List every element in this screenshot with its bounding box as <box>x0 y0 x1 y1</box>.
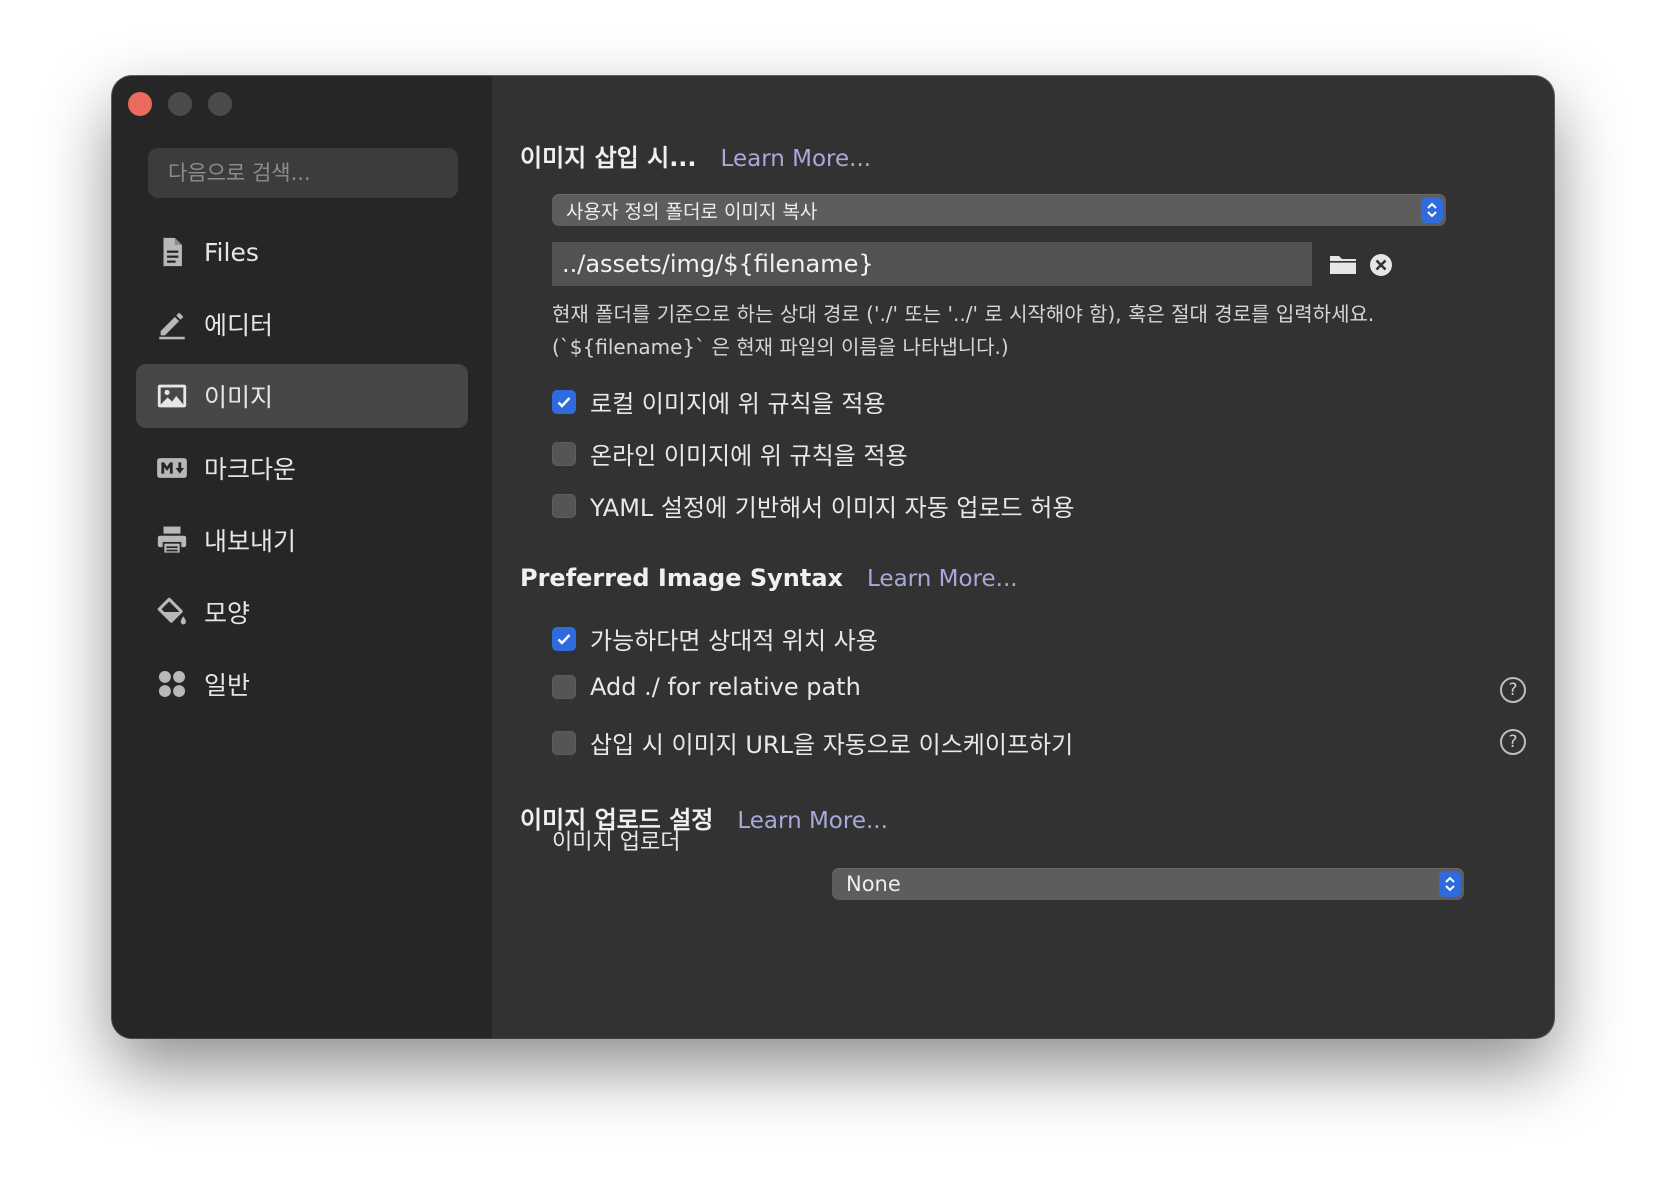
sidebar-item-image[interactable]: 이미지 <box>136 364 468 428</box>
option-label: 가능하다면 상대적 위치 사용 <box>590 627 878 655</box>
paint-bucket-icon <box>154 594 190 630</box>
uploader-value: None <box>846 872 901 896</box>
insert-section-title: 이미지 삽입 시... <box>520 144 697 172</box>
checkbox-unchecked[interactable] <box>552 441 576 466</box>
settings-panel: 이미지 삽입 시... Learn More... 사용자 정의 폴더로 이미지… <box>492 76 1554 1038</box>
option-label: Add ./ for relative path <box>590 673 861 701</box>
option-yaml-auto-upload[interactable]: YAML 설정에 기반해서 이미지 자동 업로드 허용 <box>552 488 1074 523</box>
preferences-window: Files 에디터 이미지 마크다운 <box>112 76 1554 1038</box>
uploader-label: 이미지 업로더 <box>552 830 681 855</box>
sidebar-item-markdown[interactable]: 마크다운 <box>136 436 468 500</box>
option-label: 온라인 이미지에 위 규칙을 적용 <box>590 442 908 470</box>
minimize-button[interactable] <box>168 92 192 116</box>
image-icon <box>154 378 190 414</box>
grid-icon <box>154 666 190 702</box>
insert-action-value: 사용자 정의 폴더로 이미지 복사 <box>566 200 818 223</box>
option-label: 삽입 시 이미지 URL을 자동으로 이스케이프하기 <box>590 731 1074 759</box>
sidebar-item-label: 모양 <box>204 599 251 628</box>
sidebar: Files 에디터 이미지 마크다운 <box>112 76 492 1038</box>
printer-icon <box>154 522 190 558</box>
insert-section-header: 이미지 삽입 시... Learn More... <box>520 138 871 173</box>
checkbox-checked[interactable] <box>552 626 576 651</box>
sidebar-item-appearance[interactable]: 모양 <box>136 580 468 644</box>
document-icon <box>154 234 190 270</box>
folder-icon[interactable] <box>1328 250 1358 278</box>
help-icon[interactable]: ? <box>1500 729 1526 755</box>
option-label: YAML 설정에 기반해서 이미지 자동 업로드 허용 <box>590 494 1075 522</box>
option-local-images[interactable]: 로컬 이미지에 위 규칙을 적용 <box>552 384 885 419</box>
option-escape-url[interactable]: 삽입 시 이미지 URL을 자동으로 이스케이프하기 <box>552 725 1073 760</box>
syntax-section-title: Preferred Image Syntax <box>520 564 844 592</box>
option-online-images[interactable]: 온라인 이미지에 위 규칙을 적용 <box>552 436 908 471</box>
insert-learn-more-link[interactable]: Learn More... <box>721 146 872 172</box>
sidebar-item-files[interactable]: Files <box>136 220 468 284</box>
sidebar-item-editor[interactable]: 에디터 <box>136 292 468 356</box>
help-icon[interactable]: ? <box>1500 677 1526 703</box>
sidebar-item-label: 내보내기 <box>204 527 297 556</box>
image-uploader-select[interactable]: None <box>832 868 1464 900</box>
checkbox-unchecked[interactable] <box>552 675 576 699</box>
option-add-dot-slash[interactable]: Add ./ for relative path <box>552 673 861 701</box>
upload-learn-more-link[interactable]: Learn More... <box>737 808 888 834</box>
syntax-learn-more-link[interactable]: Learn More... <box>867 566 1018 592</box>
path-hint-text: 현재 폴더를 기준으로 하는 상대 경로 ('./' 또는 '../' 로 시작… <box>552 302 1375 359</box>
insert-action-select[interactable]: 사용자 정의 폴더로 이미지 복사 <box>552 194 1446 226</box>
sidebar-item-label: 에디터 <box>204 311 274 340</box>
sidebar-item-label: 일반 <box>204 671 251 700</box>
close-button[interactable] <box>128 92 152 116</box>
checkbox-checked[interactable] <box>552 389 576 414</box>
search-input[interactable] <box>148 148 458 198</box>
pencil-icon <box>154 306 190 342</box>
sidebar-nav: Files 에디터 이미지 마크다운 내보내기 모양 일반 <box>136 220 468 724</box>
chevron-updown-icon <box>1421 197 1443 223</box>
option-relative-position[interactable]: 가능하다면 상대적 위치 사용 <box>552 621 878 656</box>
syntax-section-header: Preferred Image Syntax Learn More... <box>520 564 1018 592</box>
image-path-input[interactable] <box>552 242 1312 286</box>
clear-icon[interactable] <box>1368 252 1394 278</box>
option-label: 로컬 이미지에 위 규칙을 적용 <box>590 390 886 418</box>
sidebar-item-label: 이미지 <box>204 383 274 412</box>
sidebar-item-general[interactable]: 일반 <box>136 652 468 716</box>
checkbox-unchecked[interactable] <box>552 730 576 755</box>
chevron-updown-icon <box>1439 871 1461 897</box>
sidebar-item-label: 마크다운 <box>204 455 297 484</box>
zoom-button[interactable] <box>208 92 232 116</box>
checkbox-unchecked[interactable] <box>552 493 576 518</box>
window-controls <box>128 92 232 116</box>
sidebar-item-label: Files <box>204 237 259 267</box>
sidebar-item-export[interactable]: 내보내기 <box>136 508 468 572</box>
markdown-icon <box>154 450 190 486</box>
